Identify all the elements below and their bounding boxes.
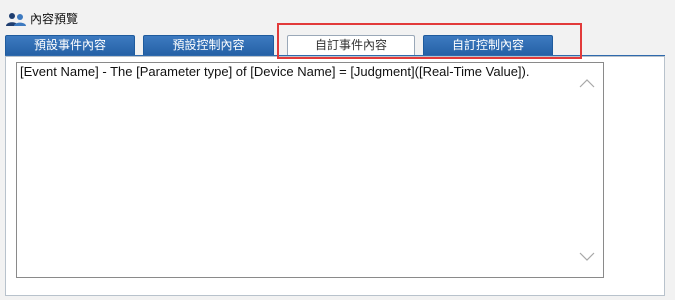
tab-default-event-content[interactable]: 預設事件內容 [5,35,135,55]
scroll-up-icon[interactable] [578,77,596,89]
title-bar: 內容預覽 [0,8,675,30]
tab-strip: 預設事件內容 預設控制內容 自訂事件內容 自訂控制內容 [5,33,671,57]
content-preview-panel: 內容預覽 預設事件內容 預設控制內容 自訂事件內容 自訂控制內容 [Event … [0,0,675,300]
tab-custom-control-content[interactable]: 自訂控制內容 [423,35,553,55]
panel-title: 內容預覽 [30,12,79,26]
tab-custom-event-content[interactable]: 自訂事件內容 [287,35,415,57]
scroll-down-icon[interactable] [578,250,596,262]
users-icon [6,13,26,26]
message-preview-textarea[interactable]: [Event Name] - The [Parameter type] of [… [16,62,604,278]
tab-default-control-content[interactable]: 預設控制內容 [143,35,274,55]
